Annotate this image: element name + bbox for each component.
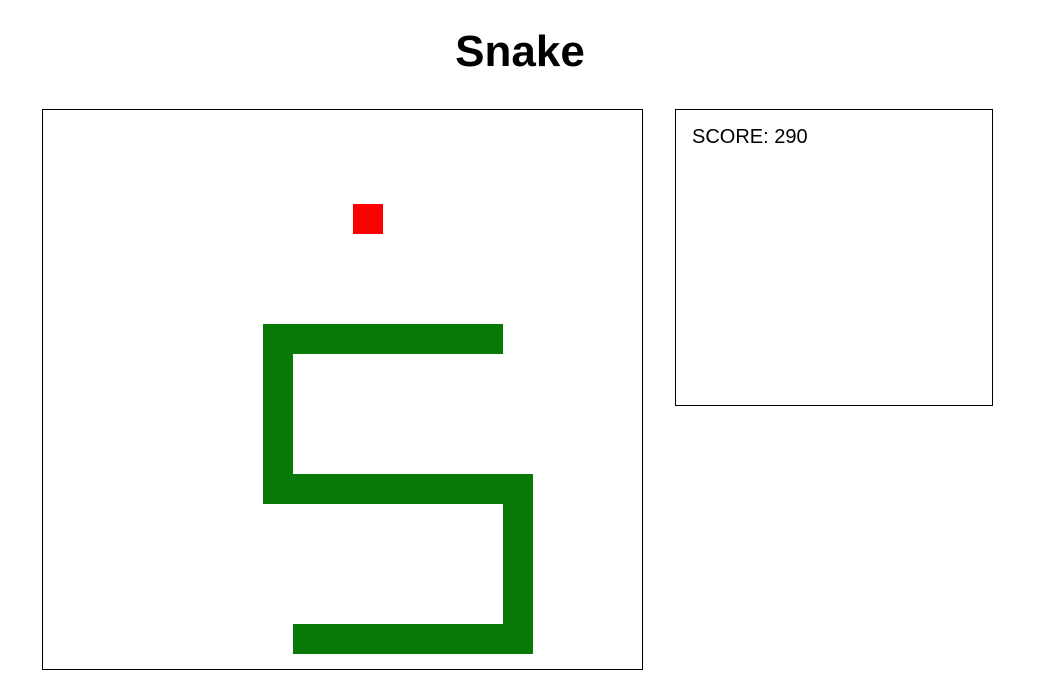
snake-segment xyxy=(263,324,293,354)
snake-segment xyxy=(503,534,533,564)
snake-segment xyxy=(503,504,533,534)
snake-segment xyxy=(503,594,533,624)
snake-segment xyxy=(263,474,293,504)
snake-segment xyxy=(443,324,473,354)
snake-segment xyxy=(263,384,293,414)
snake-segment xyxy=(413,624,443,654)
snake-segment xyxy=(293,474,323,504)
snake-segment xyxy=(383,324,413,354)
snake-segment xyxy=(353,474,383,504)
page-title: Snake xyxy=(455,27,585,76)
snake-segment xyxy=(413,474,443,504)
snake-segment xyxy=(503,624,533,654)
snake-segment xyxy=(263,414,293,444)
snake-segment xyxy=(353,324,383,354)
snake-segment xyxy=(473,324,503,354)
snake-segment xyxy=(473,624,503,654)
snake-segment xyxy=(323,324,353,354)
snake-segment xyxy=(293,324,323,354)
snake-segment xyxy=(473,474,503,504)
snake-segment xyxy=(443,624,473,654)
score-display: SCORE: 290 xyxy=(692,126,808,148)
snake-segment xyxy=(263,354,293,384)
game-board[interactable] xyxy=(42,109,643,670)
snake-segment xyxy=(323,474,353,504)
snake-head xyxy=(293,624,323,654)
snake-segment xyxy=(413,324,443,354)
snake-segment xyxy=(383,474,413,504)
snake-segment xyxy=(353,624,383,654)
snake-segment xyxy=(503,474,533,504)
snake-segment xyxy=(323,624,353,654)
snake-segment xyxy=(383,624,413,654)
score-value: 290 xyxy=(774,126,808,148)
food-item xyxy=(353,204,383,234)
score-panel: SCORE: 290 xyxy=(675,109,993,406)
snake-game-page: Snake SCORE: 290 xyxy=(0,0,1050,700)
snake-segment xyxy=(443,474,473,504)
score-label: SCORE: xyxy=(692,126,769,148)
snake-segment xyxy=(263,444,293,474)
snake-segment xyxy=(503,564,533,594)
